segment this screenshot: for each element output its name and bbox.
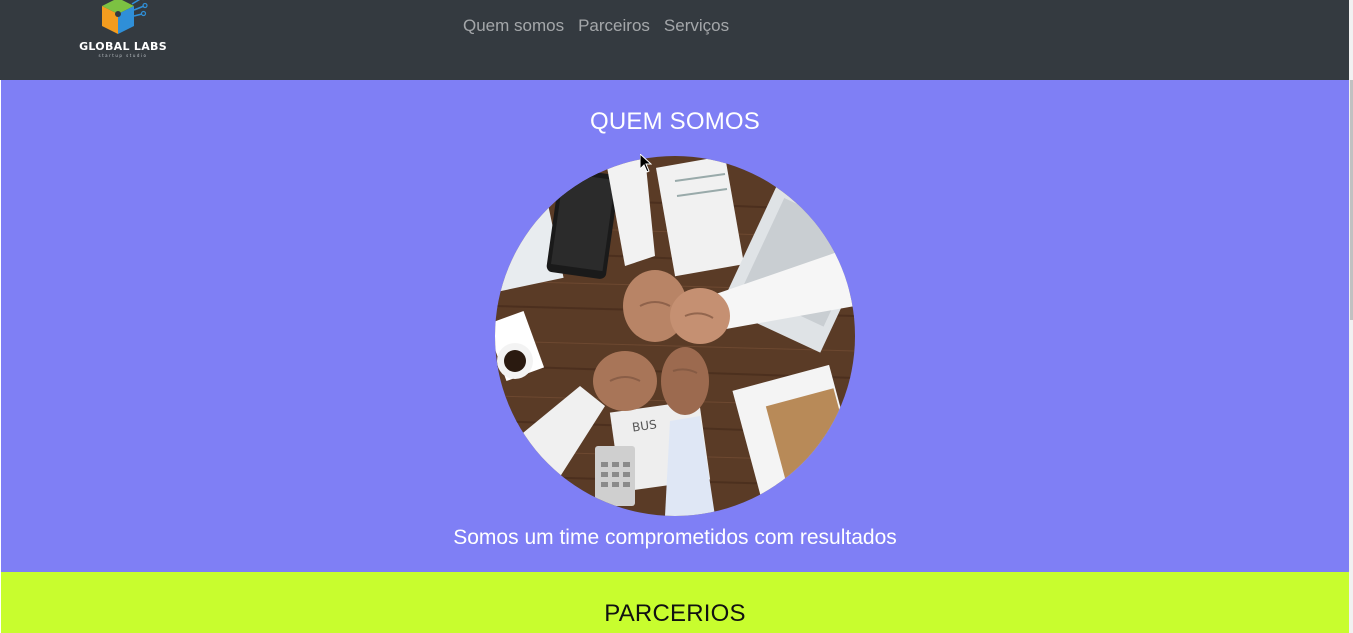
- section-title-quem-somos: QUEM SOMOS: [589, 108, 760, 135]
- nav-link-servicos[interactable]: Serviços: [657, 14, 736, 38]
- nav-link-quem-somos[interactable]: Quem somos: [456, 14, 571, 38]
- brand-name: GLOBAL LABS: [79, 40, 167, 53]
- section-quem-somos: QUEM SOMOS BUS Somos um time comprometid…: [1, 80, 1349, 572]
- teamwork-fist-bump-photo-icon: BUS: [495, 156, 855, 516]
- quem-somos-description: Somos um time comprometidos com resultad…: [453, 526, 897, 549]
- brand-logo[interactable]: GLOBAL LABS startup studio: [78, 0, 168, 62]
- page-scrollbar[interactable]: [1349, 0, 1353, 633]
- teamwork-photo: BUS: [495, 156, 855, 516]
- brand-tagline: startup studio: [98, 53, 148, 58]
- navbar: GLOBAL LABS startup studio Quem somos Pa…: [0, 0, 1353, 80]
- mouse-cursor-icon: [640, 154, 652, 173]
- nav-link-parceiros[interactable]: Parceiros: [571, 14, 657, 38]
- nav-links: Quem somos Parceiros Serviços: [456, 14, 736, 38]
- section-title-parceiros: PARCERIOS: [604, 600, 746, 627]
- cube-logo-icon: [102, 0, 148, 34]
- page: GLOBAL LABS startup studio Quem somos Pa…: [0, 0, 1353, 633]
- section-parceiros: PARCERIOS: [1, 572, 1349, 633]
